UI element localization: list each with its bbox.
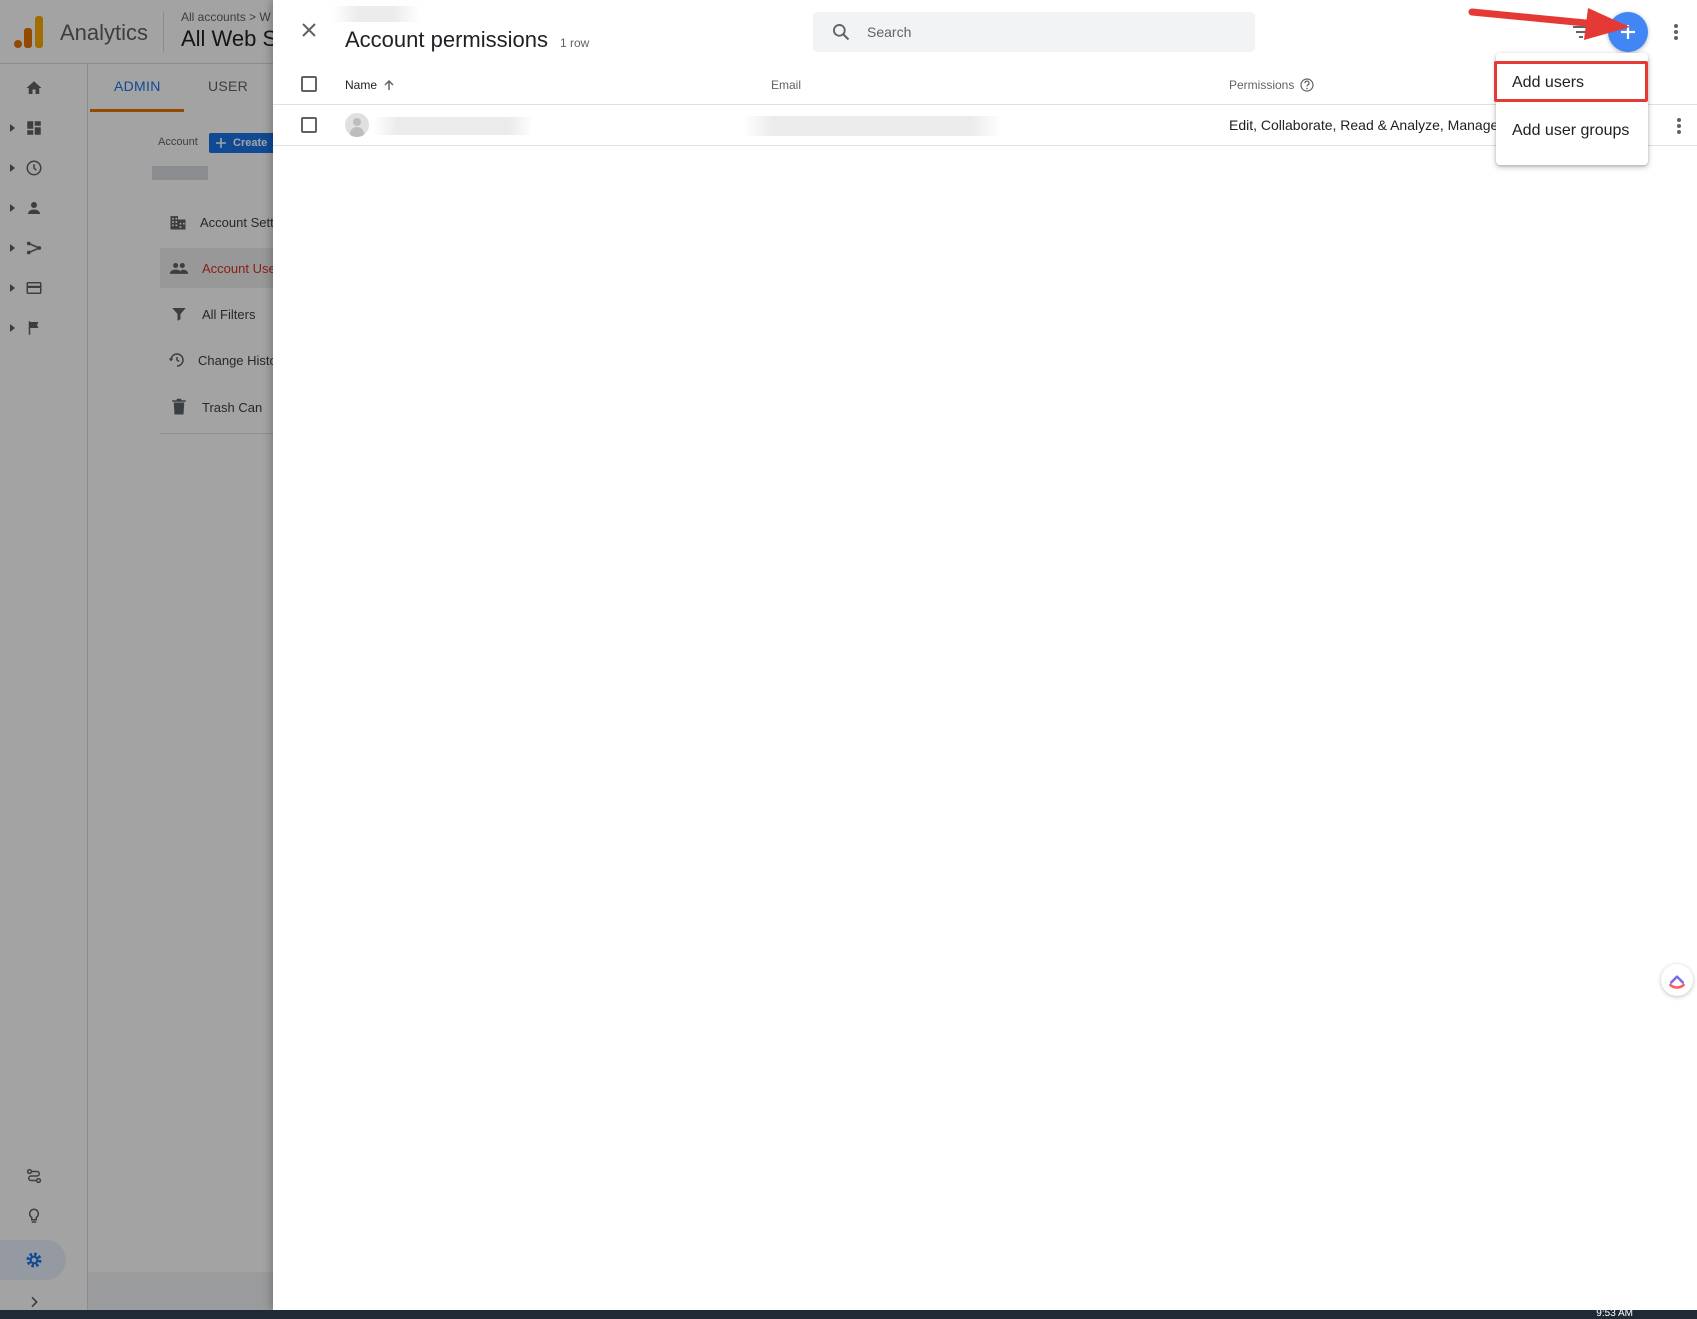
plus-icon bbox=[1621, 25, 1635, 39]
column-header-email[interactable]: Email bbox=[771, 78, 801, 92]
select-all-checkbox[interactable] bbox=[301, 76, 317, 92]
add-menu: Add users Add user groups bbox=[1496, 53, 1648, 165]
close-panel-button[interactable] bbox=[297, 18, 321, 42]
table-row[interactable]: Edit, Collaborate, Read & Analyze, Manag… bbox=[273, 105, 1697, 146]
search-bar[interactable] bbox=[813, 12, 1255, 52]
column-label: Email bbox=[771, 78, 802, 92]
redacted-user-name bbox=[373, 117, 533, 135]
redacted-account-name bbox=[331, 6, 421, 22]
table-header: Name Email Permissions bbox=[273, 64, 1697, 105]
add-users-menu-item[interactable]: Add users bbox=[1496, 61, 1648, 105]
row-checkbox[interactable] bbox=[301, 117, 317, 133]
column-header-permissions[interactable]: Permissions bbox=[1229, 78, 1314, 92]
add-user-groups-menu-item[interactable]: Add user groups bbox=[1496, 109, 1648, 153]
clickup-widget-icon[interactable] bbox=[1661, 964, 1693, 996]
row-more-options-button[interactable] bbox=[1667, 114, 1691, 138]
add-button[interactable] bbox=[1608, 12, 1648, 52]
filter-list-icon bbox=[1573, 26, 1589, 38]
taskbar-clock: 9:53 AM bbox=[1596, 1308, 1633, 1319]
user-permissions: Edit, Collaborate, Read & Analyze, Manag… bbox=[1229, 117, 1501, 133]
help-icon[interactable] bbox=[1300, 78, 1314, 92]
avatar bbox=[345, 113, 369, 137]
search-icon bbox=[829, 20, 853, 44]
more-options-button[interactable] bbox=[1664, 20, 1688, 44]
more-vert-icon bbox=[1674, 24, 1678, 40]
filter-button[interactable] bbox=[1569, 20, 1593, 44]
more-vert-icon bbox=[1677, 118, 1681, 134]
sort-ascending-icon bbox=[384, 79, 394, 90]
column-header-name[interactable]: Name bbox=[345, 78, 395, 92]
row-count: 1 row bbox=[560, 36, 590, 50]
column-label: Name bbox=[345, 78, 378, 92]
os-taskbar bbox=[0, 1310, 1697, 1319]
close-icon bbox=[302, 23, 316, 37]
panel-title: Account permissions bbox=[345, 27, 548, 52]
redacted-user-email bbox=[743, 116, 1001, 136]
account-permissions-panel: Account permissions 1 row Name Email Per… bbox=[273, 0, 1697, 1310]
column-label: Permissions bbox=[1229, 78, 1295, 92]
search-input[interactable] bbox=[867, 24, 1247, 40]
